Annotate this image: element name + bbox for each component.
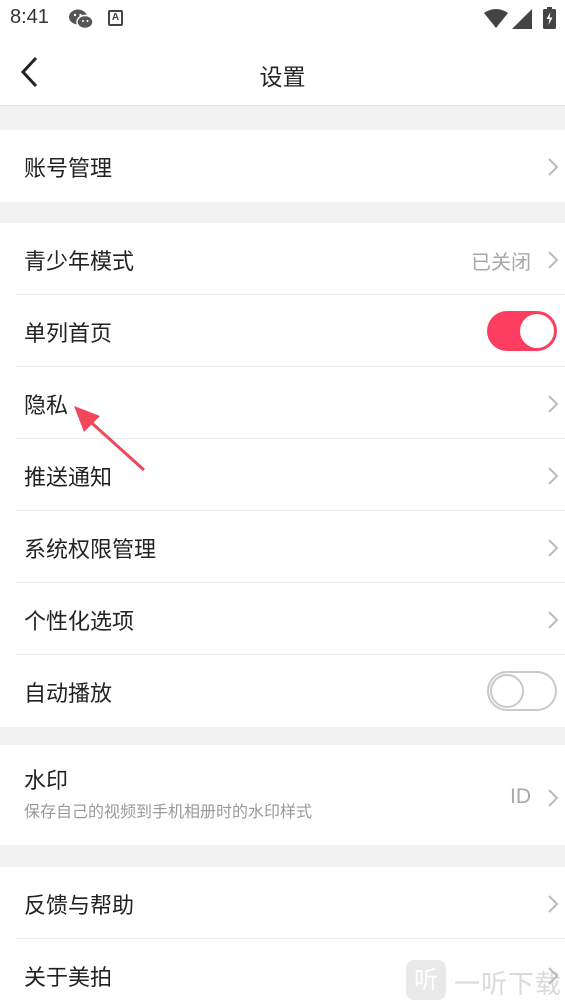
watermark-badge: 听: [406, 960, 446, 1000]
chevron-right-icon: [548, 539, 559, 557]
watermark-text: 一听下载: [454, 970, 563, 1000]
battery-icon: [543, 7, 556, 33]
settings-group-account: 账号管理: [0, 130, 565, 202]
row-label: 单列首页: [24, 322, 113, 347]
wechat-icon: [68, 8, 94, 34]
account-management-row[interactable]: 账号管理: [16, 130, 565, 202]
row-value: 已关闭: [471, 250, 531, 274]
feedback-help-row[interactable]: 反馈与帮助: [16, 867, 565, 939]
row-subtitle: 保存自己的视频到手机相册时的水印样式: [24, 802, 313, 821]
youth-mode-row[interactable]: 青少年模式 已关闭: [16, 223, 565, 295]
single-column-toggle[interactable]: [487, 311, 557, 351]
chevron-right-icon: [548, 395, 559, 413]
chevron-right-icon: [548, 251, 559, 269]
autoplay-toggle[interactable]: [487, 671, 557, 711]
a-notification-icon: A: [108, 10, 123, 26]
row-label: 账号管理: [24, 157, 113, 182]
chevron-right-icon: [548, 158, 559, 176]
system-permissions-row[interactable]: 系统权限管理: [16, 511, 565, 583]
row-label: 个性化选项: [24, 610, 135, 635]
settings-group-watermark: 水印 保存自己的视频到手机相册时的水印样式 ID: [0, 745, 565, 845]
autoplay-row: 自动播放: [16, 655, 565, 727]
status-time: 8:41: [10, 6, 49, 28]
row-label: 水印: [24, 769, 69, 794]
row-label: 关于美拍: [24, 966, 113, 991]
row-label: 反馈与帮助: [24, 894, 135, 919]
personalization-row[interactable]: 个性化选项: [16, 583, 565, 655]
status-bar: 8:41 A: [0, 0, 565, 38]
row-value: ID: [510, 785, 531, 808]
row-label: 系统权限管理: [24, 538, 157, 563]
nav-bar: 设置: [0, 38, 565, 106]
row-label: 青少年模式: [24, 250, 135, 275]
toggle-knob: [490, 674, 524, 708]
chevron-right-icon: [548, 789, 559, 807]
chevron-right-icon: [548, 611, 559, 629]
signal-icon: [512, 9, 532, 33]
settings-group-main: 青少年模式 已关闭 单列首页 隐私 推送通知 系统权限管理 个性化选项 自动播放: [0, 223, 565, 727]
chevron-right-icon: [548, 895, 559, 913]
single-column-home-row: 单列首页: [16, 295, 565, 367]
watermark-overlay: 听 一听下载: [402, 958, 562, 1002]
watermark-row[interactable]: 水印 保存自己的视频到手机相册时的水印样式 ID: [16, 745, 565, 845]
page-title: 设置: [259, 65, 306, 91]
wifi-icon: [484, 9, 508, 33]
chevron-right-icon: [548, 467, 559, 485]
row-label: 自动播放: [24, 682, 113, 707]
annotation-arrow-icon: [74, 406, 146, 472]
row-label: 隐私: [24, 394, 69, 419]
toggle-knob: [520, 314, 554, 348]
